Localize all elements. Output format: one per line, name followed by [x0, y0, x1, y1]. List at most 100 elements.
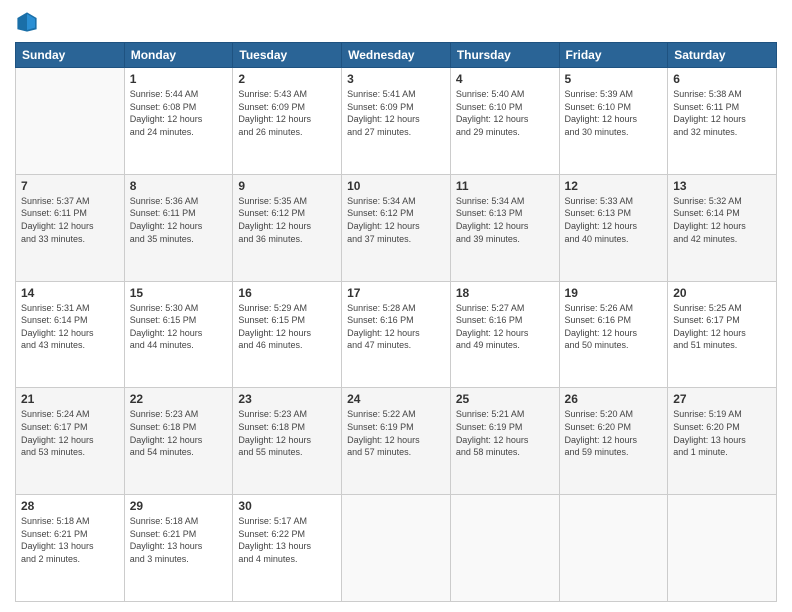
day-number: 28	[21, 499, 119, 513]
day-number: 24	[347, 392, 445, 406]
day-number: 23	[238, 392, 336, 406]
day-info: Sunrise: 5:34 AM Sunset: 6:13 PM Dayligh…	[456, 195, 554, 245]
day-info: Sunrise: 5:25 AM Sunset: 6:17 PM Dayligh…	[673, 302, 771, 352]
calendar-cell: 29 Sunrise: 5:18 AM Sunset: 6:21 PM Dayli…	[124, 495, 233, 602]
day-number: 5	[565, 72, 663, 86]
calendar-cell: 14 Sunrise: 5:31 AM Sunset: 6:14 PM Dayli…	[16, 281, 125, 388]
day-number: 11	[456, 179, 554, 193]
day-info: Sunrise: 5:21 AM Sunset: 6:19 PM Dayligh…	[456, 408, 554, 458]
calendar-cell: 25 Sunrise: 5:21 AM Sunset: 6:19 PM Dayli…	[450, 388, 559, 495]
day-info: Sunrise: 5:43 AM Sunset: 6:09 PM Dayligh…	[238, 88, 336, 138]
day-number: 8	[130, 179, 228, 193]
day-number: 22	[130, 392, 228, 406]
calendar-cell: 17 Sunrise: 5:28 AM Sunset: 6:16 PM Dayli…	[342, 281, 451, 388]
day-info: Sunrise: 5:30 AM Sunset: 6:15 PM Dayligh…	[130, 302, 228, 352]
day-number: 15	[130, 286, 228, 300]
weekday-header-tuesday: Tuesday	[233, 43, 342, 68]
calendar-cell: 10Sunrise: 5:34 AM Sunset: 6:12 PM Dayli…	[342, 174, 451, 281]
day-info: Sunrise: 5:38 AM Sunset: 6:11 PM Dayligh…	[673, 88, 771, 138]
day-number: 12	[565, 179, 663, 193]
day-number: 2	[238, 72, 336, 86]
weekday-header-thursday: Thursday	[450, 43, 559, 68]
calendar-cell: 15 Sunrise: 5:30 AM Sunset: 6:15 PM Dayli…	[124, 281, 233, 388]
weekday-header-wednesday: Wednesday	[342, 43, 451, 68]
calendar-cell: 28 Sunrise: 5:18 AM Sunset: 6:21 PM Dayli…	[16, 495, 125, 602]
day-info: Sunrise: 5:40 AM Sunset: 6:10 PM Dayligh…	[456, 88, 554, 138]
calendar-cell: 11 Sunrise: 5:34 AM Sunset: 6:13 PM Dayli…	[450, 174, 559, 281]
calendar-cell: 16 Sunrise: 5:29 AM Sunset: 6:15 PM Dayli…	[233, 281, 342, 388]
day-number: 29	[130, 499, 228, 513]
day-info: Sunrise: 5:18 AM Sunset: 6:21 PM Dayligh…	[21, 515, 119, 565]
calendar-cell: 5 Sunrise: 5:39 AM Sunset: 6:10 PM Daylig…	[559, 68, 668, 175]
day-info: Sunrise: 5:29 AM Sunset: 6:15 PM Dayligh…	[238, 302, 336, 352]
page: SundayMondayTuesdayWednesdayThursdayFrid…	[0, 0, 792, 612]
day-info: Sunrise: 5:23 AM Sunset: 6:18 PM Dayligh…	[130, 408, 228, 458]
day-info: Sunrise: 5:23 AM Sunset: 6:18 PM Dayligh…	[238, 408, 336, 458]
day-info: Sunrise: 5:44 AM Sunset: 6:08 PM Dayligh…	[130, 88, 228, 138]
day-number: 21	[21, 392, 119, 406]
calendar-cell: 23 Sunrise: 5:23 AM Sunset: 6:18 PM Dayli…	[233, 388, 342, 495]
day-number: 3	[347, 72, 445, 86]
day-number: 25	[456, 392, 554, 406]
calendar-table: SundayMondayTuesdayWednesdayThursdayFrid…	[15, 42, 777, 602]
weekday-header-friday: Friday	[559, 43, 668, 68]
weekday-header-monday: Monday	[124, 43, 233, 68]
day-info: Sunrise: 5:31 AM Sunset: 6:14 PM Dayligh…	[21, 302, 119, 352]
day-info: Sunrise: 5:24 AM Sunset: 6:17 PM Dayligh…	[21, 408, 119, 458]
calendar-cell: 26 Sunrise: 5:20 AM Sunset: 6:20 PM Dayli…	[559, 388, 668, 495]
day-info: Sunrise: 5:18 AM Sunset: 6:21 PM Dayligh…	[130, 515, 228, 565]
day-info: Sunrise: 5:33 AM Sunset: 6:13 PM Dayligh…	[565, 195, 663, 245]
day-info: Sunrise: 5:26 AM Sunset: 6:16 PM Dayligh…	[565, 302, 663, 352]
day-number: 7	[21, 179, 119, 193]
day-info: Sunrise: 5:32 AM Sunset: 6:14 PM Dayligh…	[673, 195, 771, 245]
day-number: 17	[347, 286, 445, 300]
day-info: Sunrise: 5:36 AM Sunset: 6:11 PM Dayligh…	[130, 195, 228, 245]
calendar-cell	[16, 68, 125, 175]
day-info: Sunrise: 5:20 AM Sunset: 6:20 PM Dayligh…	[565, 408, 663, 458]
day-info: Sunrise: 5:37 AM Sunset: 6:11 PM Dayligh…	[21, 195, 119, 245]
calendar-cell	[342, 495, 451, 602]
calendar-cell: 13 Sunrise: 5:32 AM Sunset: 6:14 PM Dayli…	[668, 174, 777, 281]
calendar-cell	[450, 495, 559, 602]
day-info: Sunrise: 5:17 AM Sunset: 6:22 PM Dayligh…	[238, 515, 336, 565]
day-number: 6	[673, 72, 771, 86]
day-number: 13	[673, 179, 771, 193]
calendar-cell	[559, 495, 668, 602]
day-number: 16	[238, 286, 336, 300]
calendar-cell: 19 Sunrise: 5:26 AM Sunset: 6:16 PM Dayli…	[559, 281, 668, 388]
calendar-cell: 22 Sunrise: 5:23 AM Sunset: 6:18 PM Dayli…	[124, 388, 233, 495]
calendar-cell	[668, 495, 777, 602]
calendar-cell: 2 Sunrise: 5:43 AM Sunset: 6:09 PM Daylig…	[233, 68, 342, 175]
weekday-header-sunday: Sunday	[16, 43, 125, 68]
day-info: Sunrise: 5:22 AM Sunset: 6:19 PM Dayligh…	[347, 408, 445, 458]
calendar-cell: 21 Sunrise: 5:24 AM Sunset: 6:17 PM Dayli…	[16, 388, 125, 495]
calendar-cell: 9 Sunrise: 5:35 AM Sunset: 6:12 PM Daylig…	[233, 174, 342, 281]
day-info: Sunrise: 5:35 AM Sunset: 6:12 PM Dayligh…	[238, 195, 336, 245]
day-number: 27	[673, 392, 771, 406]
logo-icon	[15, 10, 39, 34]
calendar-cell: 18 Sunrise: 5:27 AM Sunset: 6:16 PM Dayli…	[450, 281, 559, 388]
day-info: Sunrise: 5:19 AM Sunset: 6:20 PM Dayligh…	[673, 408, 771, 458]
day-number: 18	[456, 286, 554, 300]
calendar-cell: 1 Sunrise: 5:44 AM Sunset: 6:08 PM Daylig…	[124, 68, 233, 175]
calendar-cell: 4 Sunrise: 5:40 AM Sunset: 6:10 PM Daylig…	[450, 68, 559, 175]
calendar-cell: 24 Sunrise: 5:22 AM Sunset: 6:19 PM Dayli…	[342, 388, 451, 495]
calendar-cell: 3 Sunrise: 5:41 AM Sunset: 6:09 PM Daylig…	[342, 68, 451, 175]
calendar-cell: 12 Sunrise: 5:33 AM Sunset: 6:13 PM Dayli…	[559, 174, 668, 281]
day-number: 19	[565, 286, 663, 300]
calendar-cell: 7 Sunrise: 5:37 AM Sunset: 6:11 PM Daylig…	[16, 174, 125, 281]
day-number: 26	[565, 392, 663, 406]
day-info: Sunrise: 5:28 AM Sunset: 6:16 PM Dayligh…	[347, 302, 445, 352]
day-number: 9	[238, 179, 336, 193]
day-number: 30	[238, 499, 336, 513]
day-number: 4	[456, 72, 554, 86]
day-info: Sunrise: 5:39 AM Sunset: 6:10 PM Dayligh…	[565, 88, 663, 138]
calendar-cell: 8 Sunrise: 5:36 AM Sunset: 6:11 PM Daylig…	[124, 174, 233, 281]
day-number: 20	[673, 286, 771, 300]
day-info: Sunrise: 5:27 AM Sunset: 6:16 PM Dayligh…	[456, 302, 554, 352]
header	[15, 10, 777, 34]
day-number: 10	[347, 179, 445, 193]
day-info: Sunrise: 5:41 AM Sunset: 6:09 PM Dayligh…	[347, 88, 445, 138]
day-number: 1	[130, 72, 228, 86]
day-number: 14	[21, 286, 119, 300]
